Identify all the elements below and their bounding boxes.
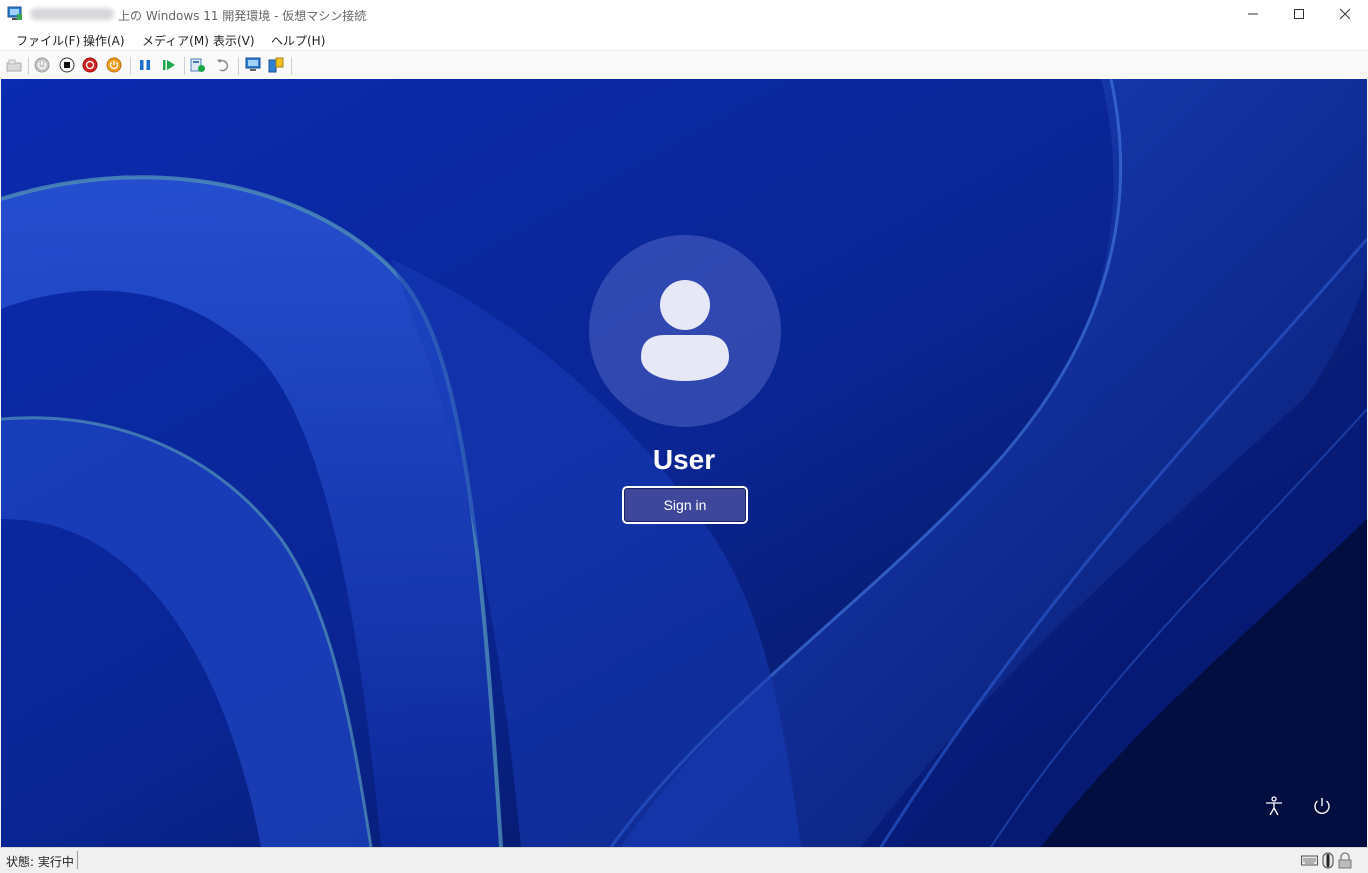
enhanced-session-icon[interactable] <box>245 57 261 73</box>
minimize-icon <box>1248 13 1258 15</box>
toolbar-separator <box>184 57 185 75</box>
user-avatar <box>589 235 781 427</box>
keyboard-icon <box>1301 855 1318 866</box>
status-separator <box>77 851 78 869</box>
mouse-icon <box>1322 852 1334 869</box>
lock-icon <box>1338 852 1352 869</box>
power-icon <box>1314 798 1330 815</box>
maximize-icon <box>1294 9 1304 19</box>
toolbar <box>0 50 1368 80</box>
maximize-button[interactable] <box>1276 0 1322 28</box>
user-icon <box>641 280 729 381</box>
vm-display[interactable]: User Sign in <box>1 79 1367 847</box>
menu-help[interactable]: ヘルプ(H) <box>271 32 325 49</box>
checkpoint-icon[interactable] <box>190 57 206 73</box>
status-text: 状態: 実行中 <box>6 855 74 869</box>
menu-bar: ファイル(F) 操作(A) メディア(M) 表示(V) ヘルプ(H) <box>0 28 1368 50</box>
menu-media[interactable]: メディア(M) <box>142 32 209 49</box>
menu-file[interactable]: ファイル(F) <box>16 32 80 49</box>
redacted-host-name <box>30 8 114 20</box>
toolbar-separator <box>238 57 239 75</box>
vm-connection-app-icon[interactable] <box>7 6 23 22</box>
menu-action[interactable]: 操作(A) <box>83 32 125 49</box>
ctrl-alt-del-icon[interactable] <box>6 57 22 73</box>
share-icon[interactable] <box>268 57 284 73</box>
minimize-button[interactable] <box>1230 0 1276 28</box>
menu-view[interactable]: 表示(V) <box>213 32 255 49</box>
accessibility-button[interactable] <box>1263 795 1285 817</box>
sign-in-button[interactable]: Sign in <box>622 486 748 524</box>
toolbar-separator <box>28 57 29 75</box>
resume-icon[interactable] <box>161 57 177 73</box>
start-icon[interactable] <box>34 57 50 73</box>
close-icon <box>1339 8 1351 20</box>
status-bar: 状態: 実行中 <box>0 847 1368 873</box>
title-bar: 上の Windows 11 開発環境 - 仮想マシン接続 <box>0 0 1368 28</box>
revert-icon[interactable] <box>215 57 231 73</box>
save-icon[interactable] <box>106 57 122 73</box>
shutdown-icon[interactable] <box>82 57 98 73</box>
toolbar-separator <box>291 57 292 75</box>
user-name: User <box>652 444 716 475</box>
window-title: 上の Windows 11 開発環境 - 仮想マシン接続 <box>118 9 367 23</box>
pause-icon[interactable] <box>137 57 153 73</box>
close-button[interactable] <box>1322 0 1368 28</box>
power-button[interactable] <box>1311 795 1333 817</box>
toolbar-separator <box>130 57 131 75</box>
accessibility-icon <box>1266 796 1282 816</box>
turn-off-icon[interactable] <box>59 57 75 73</box>
